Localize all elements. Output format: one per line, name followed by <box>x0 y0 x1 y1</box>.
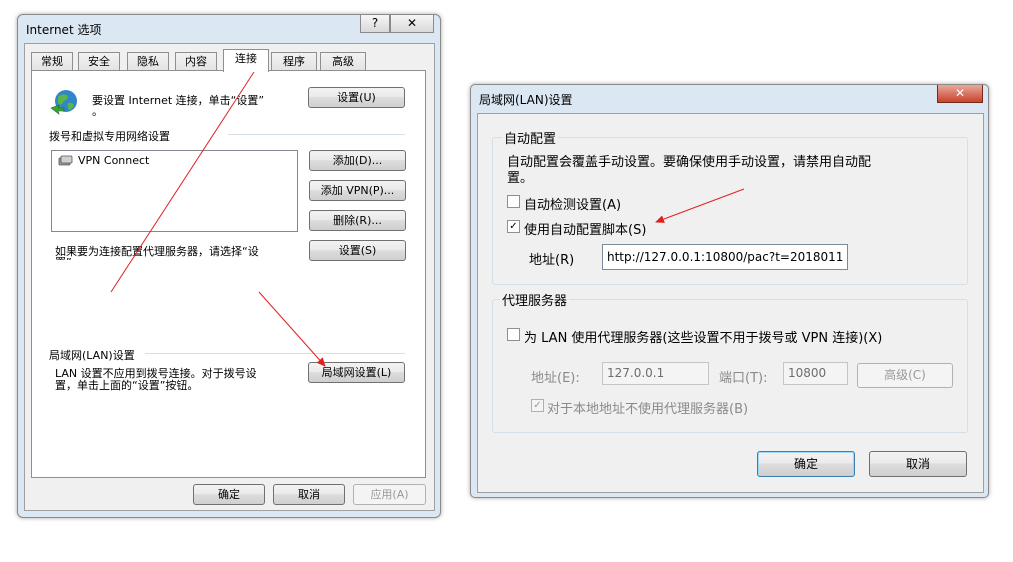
tab-connections[interactable]: 连接 <box>223 49 269 72</box>
tab-general[interactable]: 常规 <box>31 52 73 71</box>
auto-detect-checkbox[interactable] <box>507 195 520 208</box>
lan-title-bar[interactable]: 局域网(LAN)设置 ✕ <box>471 85 988 113</box>
tab-programs[interactable]: 程序 <box>271 52 317 71</box>
setup-instruction-tail: 。 <box>92 105 103 118</box>
use-proxy-checkbox[interactable] <box>507 328 520 341</box>
settings-button[interactable]: 设置(S) <box>309 240 406 261</box>
tab-security[interactable]: 安全 <box>78 52 120 71</box>
script-address-input[interactable]: http://127.0.0.1:10800/pac?t=2018011 <box>602 244 848 270</box>
use-script-checkbox[interactable]: ✓ <box>507 220 520 233</box>
title-bar[interactable]: Internet 选项 ? ✕ <box>18 15 440 43</box>
port-label: 端口(T): <box>719 371 768 386</box>
dialup-vpn-heading: 拨号和虚拟专用网络设置 <box>49 130 170 143</box>
setup-button[interactable]: 设置(U) <box>308 87 405 108</box>
window-title: Internet 选项 <box>26 23 102 37</box>
add-vpn-button[interactable]: 添加 VPN(P)... <box>309 180 406 201</box>
lan-divider <box>145 353 405 354</box>
lan-settings-heading: 局域网(LAN)设置 <box>49 349 135 362</box>
lan-cancel-button[interactable]: 取消 <box>869 451 967 477</box>
vpn-item-label: VPN Connect <box>78 154 150 167</box>
script-address-label: 地址(R) <box>529 253 575 268</box>
proxy-address-input[interactable]: 127.0.0.1 <box>602 362 709 385</box>
ok-button[interactable]: 确定 <box>193 484 265 505</box>
proxy-server-heading: 代理服务器 <box>500 290 570 309</box>
connections-list[interactable]: VPN Connect <box>51 150 298 232</box>
lan-ok-button[interactable]: 确定 <box>757 451 855 477</box>
auto-config-description-line2: 置。 <box>507 171 534 186</box>
auto-config-heading: 自动配置 <box>502 128 559 147</box>
proxy-address-label: 地址(E): <box>531 371 580 386</box>
setup-instruction: 要设置 Internet 连接，单击“设置” <box>92 94 265 107</box>
auto-detect-label[interactable]: 自动检测设置(A) <box>524 194 621 213</box>
lan-settings-button[interactable]: 局域网设置(L) <box>308 362 405 383</box>
auto-config-description-line1: 自动配置会覆盖手动设置。要确保使用手动设置，请禁用自动配 <box>507 155 872 170</box>
use-script-label[interactable]: 使用自动配置脚本(S) <box>524 219 646 238</box>
bypass-local-label[interactable]: 对于本地地址不使用代理服务器(B) <box>547 398 748 417</box>
lan-window-title: 局域网(LAN)设置 <box>479 93 573 107</box>
lan-close-button[interactable]: ✕ <box>937 85 983 103</box>
advanced-button[interactable]: 高级(C) <box>857 363 953 388</box>
tab-privacy[interactable]: 隐私 <box>127 52 169 71</box>
tab-advanced[interactable]: 高级 <box>320 52 366 71</box>
close-button[interactable]: ✕ <box>390 15 434 33</box>
bypass-local-checkbox[interactable]: ✓ <box>531 399 544 412</box>
lan-note-line2: 置，单击上面的“设置”按钮。 <box>55 379 199 392</box>
cancel-button[interactable]: 取消 <box>273 484 345 505</box>
remove-button[interactable]: 删除(R)... <box>309 210 406 231</box>
port-input[interactable]: 10800 <box>783 362 848 385</box>
vpn-connection-icon <box>58 155 74 167</box>
apply-button[interactable]: 应用(A) <box>353 484 426 505</box>
tab-content[interactable]: 内容 <box>175 52 217 71</box>
globe-icon <box>49 86 81 118</box>
dialup-divider <box>228 134 405 135</box>
help-button[interactable]: ? <box>360 15 390 33</box>
add-button[interactable]: 添加(D)... <box>309 150 406 171</box>
use-proxy-label[interactable]: 为 LAN 使用代理服务器(这些设置不用于拨号或 VPN 连接)(X) <box>524 327 882 346</box>
proxy-instruction-tail: 置”。 <box>55 254 83 260</box>
proxy-instruction: 如果要为连接配置代理服务器，请选择“设 <box>55 245 259 258</box>
